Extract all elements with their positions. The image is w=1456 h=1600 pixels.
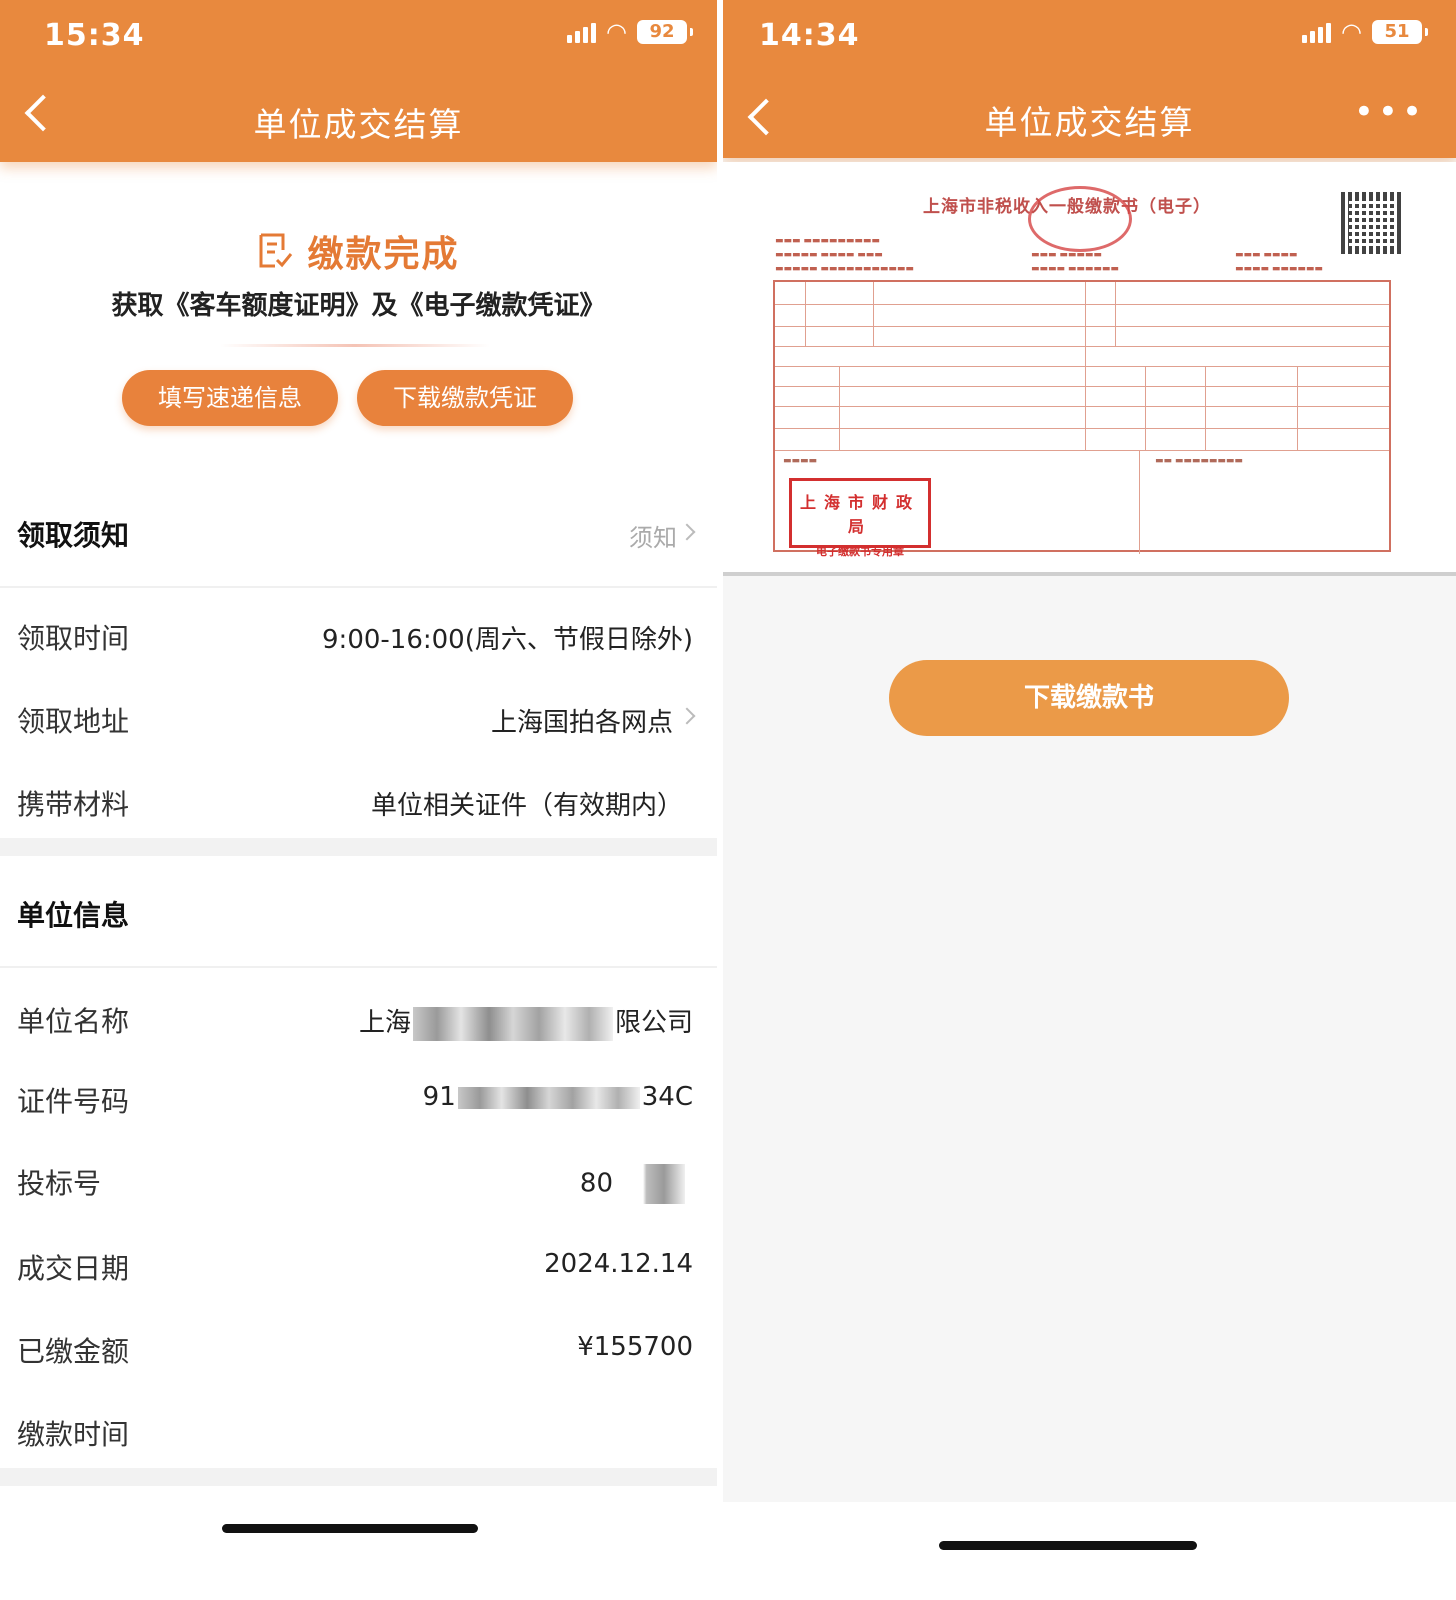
row-label: 证件号码 [17, 1085, 130, 1118]
battery-icon: 92 [637, 20, 693, 44]
receipt-cell: ▬▬▬▬ [783, 456, 818, 466]
right-phone-screen: 14:34 ◠ 51 单位成交结算 ••• 上海市非税收入一般缴款书（电子） ▬… [723, 0, 1456, 1600]
receipt-check-icon [259, 233, 293, 268]
row-value: 2024.12.14 [544, 1249, 693, 1279]
row-label: 成交日期 [17, 1252, 130, 1285]
row-label: 单位名称 [17, 1005, 130, 1038]
value-suffix: 限公司 [614, 1008, 693, 1038]
battery-icon: 51 [1372, 20, 1428, 44]
chevron-right-icon [678, 523, 696, 541]
receipt-preview: 上海市非税收入一般缴款书（电子） ▬▬▬ ▬▬▬▬▬▬▬▬▬ ▬▬▬▬▬ ▬▬▬▬… [723, 162, 1456, 576]
company-info-header: 单位信息 [0, 870, 717, 956]
deal-date-row: 成交日期 2024.12.14 [0, 1235, 717, 1295]
success-subtitle: 获取《客车额度证明》及《电子缴款凭证》 [111, 291, 606, 321]
fill-courier-info-button[interactable]: 填写速递信息 [122, 370, 338, 426]
page-title: 单位成交结算 [984, 103, 1195, 142]
page-title: 单位成交结算 [253, 105, 464, 144]
more-dots-icon[interactable]: ••• [1354, 95, 1426, 129]
left-phone-screen: 15:34 ◠ 92 单位成交结算 缴款完成 获取《客车额度证明》及《电子缴款凭… [0, 0, 717, 1600]
status-time: 15:34 [44, 18, 145, 53]
signal-icon [567, 21, 597, 43]
chevron-right-icon [678, 707, 696, 725]
payment-time-row: 缴款时间 [0, 1401, 717, 1461]
receipt-meta-mid: ▬▬▬ ▬▬▬▬▬ ▬▬▬▬ ▬▬▬▬▬▬ [1031, 250, 1119, 274]
section-heading: 领取须知 [17, 519, 130, 552]
value-prefix: 91 [422, 1082, 456, 1112]
receipt-meta-left: ▬▬▬ ▬▬▬▬▬▬▬▬▬ ▬▬▬▬▬ ▬▬▬▬ ▬▬▬ ▬▬▬▬▬ ▬▬▬▬▬▬▬… [775, 236, 914, 274]
payment-success-banner: 缴款完成 [0, 225, 717, 277]
row-label: 投标号 [17, 1167, 102, 1200]
seal-stamp [1028, 186, 1132, 252]
signal-icon [1302, 21, 1332, 43]
receipt-table: ▬▬▬▬ ▬▬ ▬▬▬▬▬▬▬▬ 上海市财政局 电子缴款书专用章 [773, 280, 1391, 558]
status-icons: ◠ 51 [1302, 18, 1428, 46]
home-indicator [939, 1541, 1197, 1550]
pickup-time-row: 领取时间 9:00-16:00(周六、节假日除外) [0, 605, 717, 665]
finance-bureau-stamp: 上海市财政局 电子缴款书专用章 [789, 478, 931, 558]
value-prefix: 上海 [358, 1008, 411, 1038]
divider [220, 344, 490, 347]
qr-code [1341, 192, 1403, 254]
home-indicator [222, 1524, 478, 1533]
stamp-line1: 上海市财政局 [799, 493, 920, 536]
top-bar: 15:34 ◠ 92 单位成交结算 [0, 0, 717, 162]
bid-number-row: 投标号 80 [0, 1150, 717, 1210]
download-payment-form-button[interactable]: 下载缴款书 [889, 660, 1289, 736]
id-number-row: 证件号码 91 34C [0, 1068, 717, 1128]
receipt-meta-right: ▬▬▬ ▬▬▬▬ ▬▬▬▬ ▬▬▬▬▬▬ [1235, 250, 1323, 274]
redacted-block [412, 1006, 613, 1041]
row-label: 携带材料 [17, 788, 130, 821]
pickup-notice-header[interactable]: 领取须知 须知 [0, 490, 717, 576]
download-voucher-button[interactable]: 下载缴款凭证 [357, 370, 573, 426]
status-icons: ◠ 92 [567, 18, 693, 46]
pickup-address-row[interactable]: 领取地址 上海国拍各网点 [0, 688, 717, 748]
company-name-row: 单位名称 上海 限公司 [0, 988, 717, 1048]
success-title: 缴款完成 [307, 234, 460, 275]
paid-amount-row: 已缴金额 ¥155700 [0, 1318, 717, 1378]
row-value: 上海 限公司 [359, 1002, 693, 1041]
divider [0, 586, 717, 588]
row-value: 9:00-16:00(周六、节假日除外) [322, 625, 693, 655]
row-label: 缴款时间 [17, 1418, 130, 1451]
stamp-line2: 电子缴款书专用章 [816, 545, 904, 558]
row-value: 单位相关证件（有效期内） [370, 791, 683, 821]
row-label: 领取时间 [17, 622, 130, 655]
row-value: 91 34C [423, 1082, 693, 1112]
section-heading: 单位信息 [17, 899, 130, 932]
bottom-area [723, 1502, 1456, 1600]
redacted-block [457, 1086, 640, 1109]
row-value: 上海国拍各网点 [490, 708, 673, 738]
row-label: 领取地址 [17, 705, 130, 738]
section-separator [0, 838, 717, 856]
top-bar: 14:34 ◠ 51 单位成交结算 ••• [723, 0, 1456, 158]
row-label: 已缴金额 [17, 1335, 130, 1368]
receipt-cell: ▬▬ ▬▬▬▬▬▬▬▬ [1155, 456, 1243, 466]
status-time: 14:34 [759, 18, 860, 53]
row-value: ¥155700 [577, 1332, 693, 1362]
redacted-block [615, 1164, 685, 1204]
notice-link[interactable]: 须知 [629, 518, 677, 553]
row-value: 80 [580, 1164, 687, 1204]
divider [0, 966, 717, 968]
payment-receipt-image: 上海市非税收入一般缴款书（电子） ▬▬▬ ▬▬▬▬▬▬▬▬▬ ▬▬▬▬▬ ▬▬▬▬… [773, 182, 1403, 562]
materials-row: 携带材料 单位相关证件（有效期内） [0, 771, 717, 831]
section-separator [0, 1468, 717, 1486]
value-suffix: 34C [641, 1082, 693, 1112]
value-prefix: 80 [579, 1168, 613, 1199]
wifi-icon: ◠ [606, 18, 627, 46]
wifi-icon: ◠ [1341, 18, 1362, 46]
